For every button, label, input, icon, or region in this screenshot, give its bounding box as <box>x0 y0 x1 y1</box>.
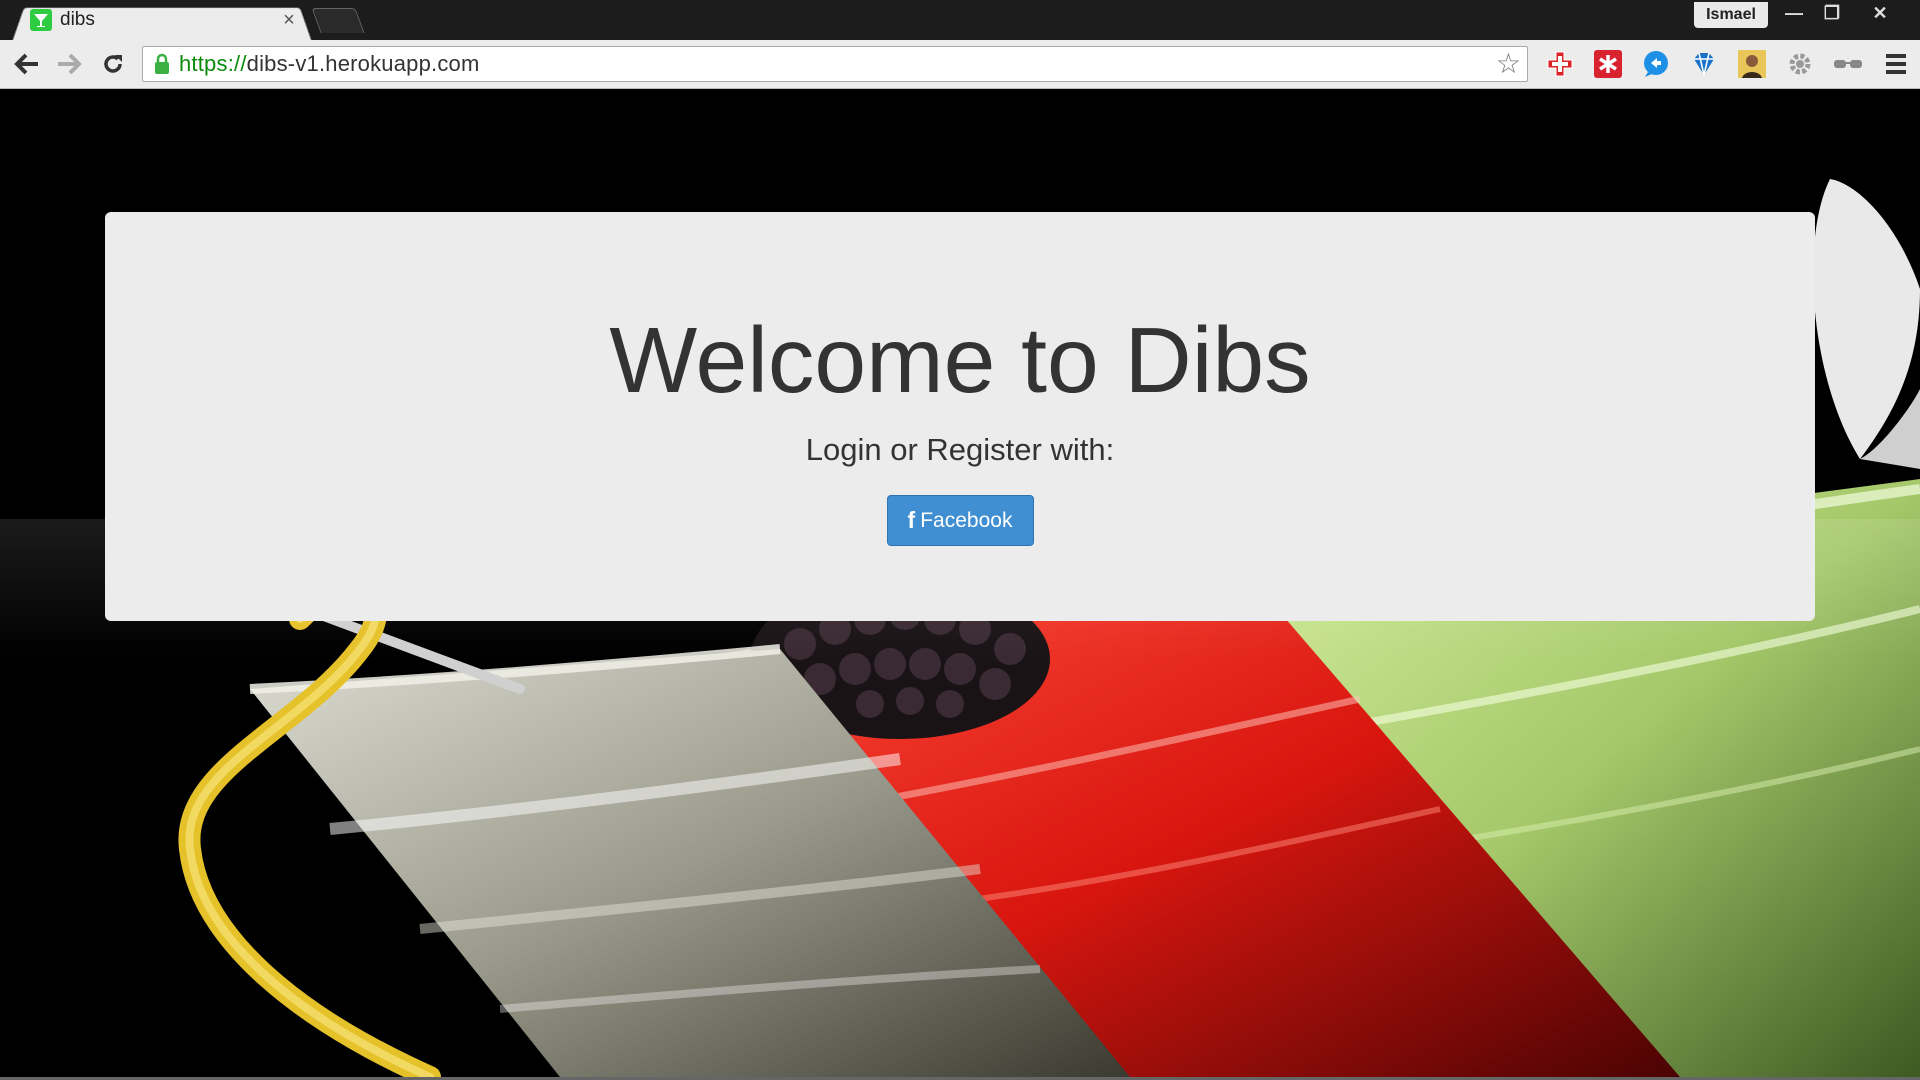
close-window-button[interactable]: ✕ <box>1862 0 1898 26</box>
back-arrow-icon <box>14 53 38 75</box>
url-text: https://dibs-v1.herokuapp.com <box>179 51 480 76</box>
hamburger-menu-icon[interactable] <box>1881 49 1911 79</box>
glasses-icon[interactable] <box>1833 49 1863 79</box>
window-titlebar: dibs × Ismael — ❐ ✕ <box>0 0 1920 41</box>
page-title: Welcome to Dibs <box>609 308 1311 412</box>
tab-close-icon[interactable]: × <box>278 9 300 32</box>
browser-toolbar: https://dibs-v1.herokuapp.com ☆ <box>0 40 1920 89</box>
back-button[interactable] <box>10 48 44 80</box>
tab-title: dibs <box>60 9 95 30</box>
blue-chat-icon[interactable] <box>1641 49 1671 79</box>
address-bar[interactable]: https://dibs-v1.herokuapp.com ☆ <box>142 46 1528 82</box>
reload-button[interactable] <box>96 48 130 80</box>
profile-photo-icon[interactable] <box>1737 49 1767 79</box>
profile-button[interactable]: Ismael <box>1694 2 1768 28</box>
facebook-icon: f <box>907 507 916 533</box>
red-asterisk-icon[interactable] <box>1593 49 1623 79</box>
forward-arrow-icon <box>58 53 82 75</box>
plus-cross-icon[interactable] <box>1545 49 1575 79</box>
diamond-icon[interactable] <box>1689 49 1719 79</box>
page-viewport: Welcome to Dibs Login or Register with: … <box>0 89 1920 1077</box>
gear-icon[interactable] <box>1785 49 1815 79</box>
cocktail-favicon-icon <box>30 9 52 31</box>
login-subtitle: Login or Register with: <box>805 432 1115 467</box>
bookmark-star-icon[interactable]: ☆ <box>1496 50 1521 78</box>
minimize-button[interactable]: — <box>1776 0 1812 26</box>
reload-icon <box>104 55 122 73</box>
lock-icon <box>155 53 169 74</box>
restore-button[interactable]: ❐ <box>1814 0 1850 26</box>
tab-content[interactable]: dibs × <box>30 6 300 34</box>
welcome-panel: Welcome to Dibs Login or Register with: … <box>105 212 1815 621</box>
forward-button[interactable] <box>52 48 86 80</box>
facebook-login-button[interactable]: f Facebook <box>886 495 1034 546</box>
facebook-button-label: Facebook <box>920 508 1013 532</box>
new-tab-button[interactable] <box>311 8 365 33</box>
